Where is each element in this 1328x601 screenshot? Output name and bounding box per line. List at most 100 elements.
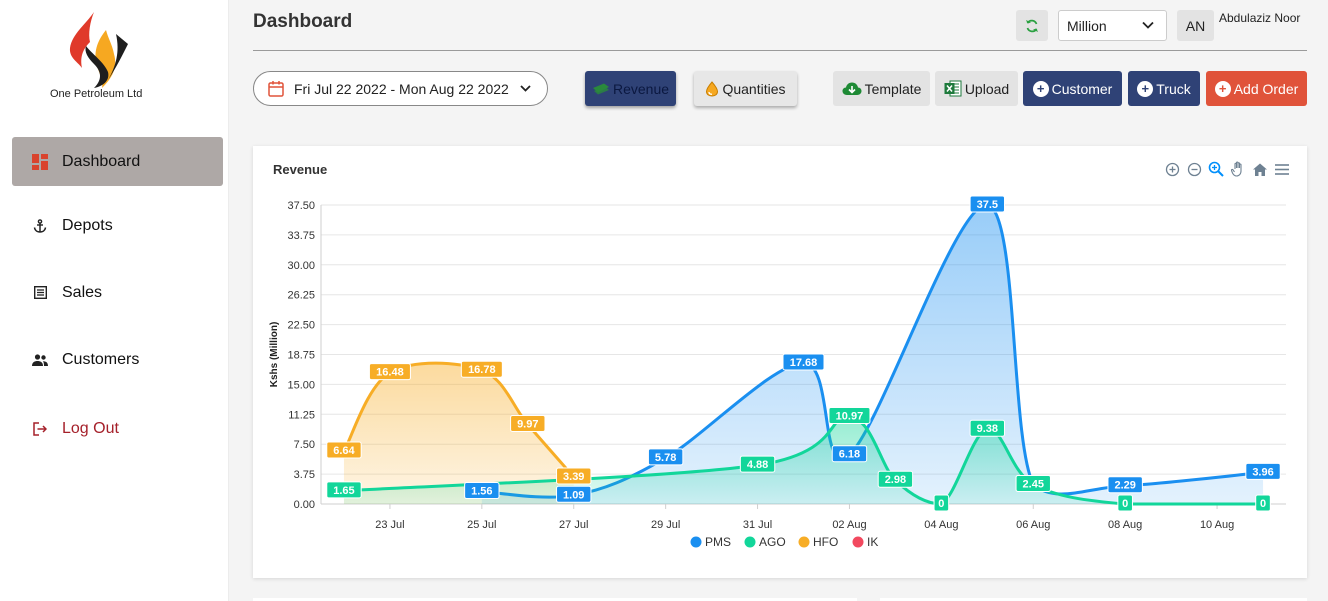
unit-select-value: Million <box>1067 17 1107 34</box>
upload-button[interactable]: Upload <box>935 71 1018 106</box>
flame-logo-icon <box>69 12 128 88</box>
data-label-text: 3.39 <box>563 471 584 483</box>
unit-select[interactable]: Million <box>1058 10 1167 41</box>
revenue-button[interactable]: Revenue <box>585 71 676 106</box>
zoom-in-icon[interactable] <box>1163 160 1181 178</box>
data-label-text: 10.97 <box>836 411 864 423</box>
zoom-select-icon[interactable] <box>1207 160 1225 178</box>
data-label-pms: 17.68 <box>782 353 825 371</box>
revenue-button-label: Revenue <box>612 80 670 97</box>
y-tick-label: 7.50 <box>294 439 315 451</box>
plus-circle-icon: + <box>1032 80 1049 97</box>
data-label-ago: 4.88 <box>739 455 776 473</box>
template-download-button[interactable]: Template <box>833 71 930 106</box>
data-label-text: 0 <box>1260 498 1266 510</box>
data-label-text: 4.88 <box>747 459 768 471</box>
truck-button-label: Truck <box>1156 80 1191 97</box>
date-range-picker[interactable]: Fri Jul 22 2022 - Mon Aug 22 2022 <box>253 71 548 106</box>
data-label-hfo: 9.97 <box>510 415 546 433</box>
quantities-button-label: Quantities <box>722 80 786 97</box>
zoom-out-icon[interactable] <box>1185 160 1203 178</box>
data-label-ago: 10.97 <box>828 407 871 425</box>
x-tick-label: 08 Aug <box>1108 519 1142 531</box>
template-button-label: Template <box>864 80 922 97</box>
avatar[interactable]: AN <box>1177 10 1214 41</box>
y-tick-label: 26.25 <box>287 290 315 302</box>
data-label-pms: 6.18 <box>831 445 868 463</box>
pan-hand-icon[interactable] <box>1229 160 1247 178</box>
sidebar-item-depots[interactable]: Depots <box>12 201 223 250</box>
excel-icon <box>944 80 962 97</box>
sidebar-item-label: Dashboard <box>62 152 141 170</box>
data-label-text: 2.45 <box>1023 478 1044 490</box>
sidebar-item-label: Customers <box>62 350 140 368</box>
y-tick-label: 3.75 <box>294 469 315 481</box>
dashboard-icon <box>32 153 48 170</box>
data-label-ago: 2.45 <box>1015 474 1051 492</box>
x-tick-label: 10 Aug <box>1200 519 1234 531</box>
hamburger-menu-icon[interactable] <box>1273 160 1291 178</box>
data-label-hfo: 16.78 <box>460 360 503 378</box>
data-label-text: 9.97 <box>517 419 538 431</box>
sidebar-item-sales[interactable]: Sales <box>12 268 223 317</box>
y-tick-label: 22.50 <box>287 320 315 332</box>
data-label-pms: 37.5 <box>969 195 1006 213</box>
data-label-ago: 0 <box>1117 494 1133 512</box>
people-icon <box>32 352 48 368</box>
sidebar-item-customers[interactable]: Customers <box>12 335 223 384</box>
data-label-text: 1.09 <box>563 489 584 501</box>
home-reset-icon[interactable] <box>1251 160 1269 178</box>
cloud-download-icon <box>842 82 862 95</box>
data-label-text: 6.64 <box>333 445 355 457</box>
plus-circle-icon: + <box>1214 80 1231 97</box>
refresh-button[interactable] <box>1016 10 1048 41</box>
sidebar-item-label: Sales <box>62 283 103 301</box>
add-truck-button[interactable]: + Truck <box>1128 71 1200 106</box>
x-tick-label: 04 Aug <box>924 519 958 531</box>
data-label-ago: 1.65 <box>326 481 362 499</box>
data-label-text: 2.98 <box>885 474 906 486</box>
data-label-text: 5.78 <box>655 452 676 464</box>
company-name: One Petroleum Ltd <box>50 88 143 100</box>
y-tick-label: 30.00 <box>287 260 315 272</box>
add-customer-button[interactable]: + Customer <box>1023 71 1122 106</box>
legend-label-ago: AGO <box>759 535 786 549</box>
page-title: Dashboard <box>253 11 353 32</box>
y-tick-label: 33.75 <box>287 230 315 242</box>
sidebar-item-dashboard[interactable]: Dashboard <box>12 137 223 186</box>
data-label-hfo: 6.64 <box>326 441 362 459</box>
data-label-pms: 2.29 <box>1107 476 1143 494</box>
sidebar-item-logout[interactable]: Log Out <box>12 404 223 453</box>
y-tick-label: 18.75 <box>287 350 315 362</box>
data-label-ago: 0 <box>1255 494 1271 512</box>
x-tick-label: 23 Jul <box>375 519 404 531</box>
y-tick-label: 0.00 <box>294 499 315 511</box>
data-label-text: 1.65 <box>333 485 354 497</box>
sidebar: One Petroleum Ltd Dashboard Depots Sales… <box>0 0 229 601</box>
company-logo: One Petroleum Ltd <box>40 10 160 105</box>
x-tick-label: 27 Jul <box>559 519 588 531</box>
y-axis-title: Kshs (Million) <box>269 322 280 388</box>
data-label-ago: 9.38 <box>969 419 1006 437</box>
x-tick-label: 06 Aug <box>1016 519 1050 531</box>
data-label-pms: 3.96 <box>1245 462 1281 480</box>
chart-toolbar <box>1163 160 1291 178</box>
receipt-icon <box>32 285 48 301</box>
data-label-pms: 1.56 <box>464 482 500 500</box>
data-label-ago: 0 <box>933 494 950 512</box>
logout-icon <box>32 421 48 437</box>
quantities-button[interactable]: Quantities <box>694 71 797 106</box>
data-label-text: 2.29 <box>1114 480 1135 492</box>
data-label-hfo: 3.39 <box>556 467 592 485</box>
legend-marker-ik <box>852 536 864 548</box>
data-label-text: 16.48 <box>376 367 404 379</box>
data-label-text: 6.18 <box>839 449 860 461</box>
plus-circle-icon: + <box>1137 80 1154 97</box>
refresh-icon <box>1026 19 1038 32</box>
chevron-down-icon <box>520 85 531 92</box>
data-label-text: 17.68 <box>790 357 818 369</box>
y-tick-label: 15.00 <box>287 379 315 391</box>
legend-label-hfo: HFO <box>813 535 838 549</box>
add-order-button-label: Add Order <box>1233 80 1299 97</box>
add-order-button[interactable]: + Add Order <box>1206 71 1307 106</box>
